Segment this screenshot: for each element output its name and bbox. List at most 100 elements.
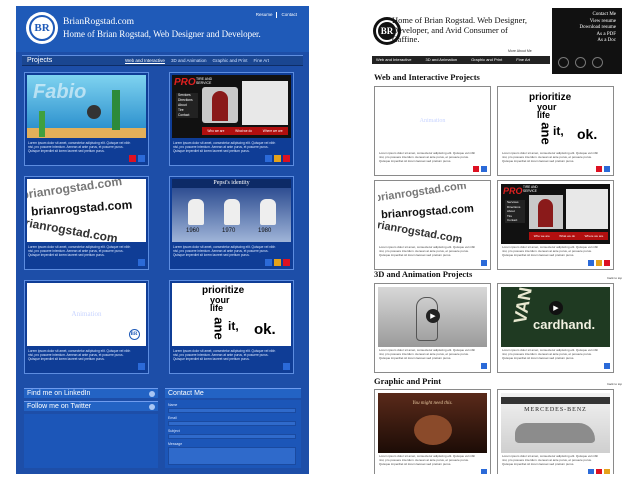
project-card[interactable]: brianrogstad.com brianrogstad.com brianr… xyxy=(374,180,491,270)
tab-fine-art[interactable]: Fine Art xyxy=(516,56,530,64)
project-card[interactable]: MERCEDES-BENZ Lorem ipsum dolor sit amet… xyxy=(497,389,614,474)
project-card[interactable]: PRO TIRE AND SERVICE Services Directions… xyxy=(169,72,294,166)
doc-link[interactable]: As a Doc xyxy=(552,38,616,45)
linkedin-link[interactable]: Find me on LinkedIn xyxy=(24,388,158,398)
logo[interactable]: BR xyxy=(26,12,58,44)
folder-icon[interactable] xyxy=(596,260,602,266)
link-icon[interactable] xyxy=(265,259,272,266)
project-thumbnail[interactable]: MERCEDES-BENZ xyxy=(501,393,610,453)
resume-link[interactable]: Resume xyxy=(256,12,273,18)
project-thumbnail[interactable]: prioritize your life ane it, ok. xyxy=(172,283,291,346)
tab-3d-and-animation[interactable]: 3D and Animation xyxy=(171,58,207,63)
brand-logo: PRO xyxy=(174,77,196,88)
pdf-icon[interactable] xyxy=(283,259,290,266)
project-thumbnail[interactable]: Pepsi's identity 1960 1970 1980 xyxy=(172,179,291,242)
pdf-icon[interactable] xyxy=(129,155,136,162)
link-icon[interactable] xyxy=(283,363,290,370)
project-card[interactable]: Pepsi's identity 1960 1970 1980 Lorem ip… xyxy=(169,176,294,270)
site-header: BR BrianRogstad.com Home of Brian Rogsta… xyxy=(16,6,309,52)
side-panel xyxy=(242,81,288,125)
project-card[interactable]: prioritize your life ane it, ok. Lorem i… xyxy=(497,86,614,176)
link-icon[interactable] xyxy=(138,259,145,266)
folder-icon[interactable] xyxy=(604,469,610,474)
folder-icon[interactable] xyxy=(274,155,281,162)
ad-headline: You might need this. xyxy=(412,401,453,406)
stamp-text-rotated: brianrogstad.com xyxy=(27,214,119,242)
message-field[interactable] xyxy=(168,447,296,465)
link-icon[interactable] xyxy=(481,260,487,266)
subject-field[interactable] xyxy=(168,434,296,439)
twitter-label: Follow me on Twitter xyxy=(27,403,92,410)
thumbnail-bar: Who we are What we do Where we are xyxy=(202,127,288,135)
pdf-icon[interactable] xyxy=(604,260,610,266)
project-thumbnail[interactable]: Fabio xyxy=(27,75,146,138)
tab-graphic-and-print[interactable]: Graphic and Print xyxy=(471,56,502,64)
animation-title: Animation xyxy=(71,310,102,318)
project-card[interactable]: ▶ Lorem ipsum dolor sit amet, consectetu… xyxy=(374,283,491,373)
bar-item: Who we are xyxy=(533,234,550,238)
brand-logo: PRO xyxy=(503,186,523,196)
project-card[interactable]: Animation Lorem ipsum dolor sit amet, co… xyxy=(374,86,491,176)
link-icon[interactable] xyxy=(588,469,594,474)
project-thumbnail[interactable]: ▶ xyxy=(378,287,487,347)
link-icon[interactable] xyxy=(481,166,487,172)
project-thumbnail[interactable]: PRO TIRE AND SERVICE Services Directions… xyxy=(172,75,291,138)
more-about-link[interactable]: More About Me xyxy=(508,49,532,53)
twitter-icon[interactable] xyxy=(575,57,586,68)
tab-3d-and-animation[interactable]: 3D and Animation xyxy=(426,56,458,64)
project-thumbnail[interactable]: You might need this. xyxy=(378,393,487,453)
animation-title: Animation xyxy=(419,118,446,124)
project-card[interactable]: brianrogstad.com brianrogstad.com brianr… xyxy=(24,176,149,270)
tab-graphic-and-print[interactable]: Graphic and Print xyxy=(212,58,247,63)
play-icon[interactable]: ▶ xyxy=(426,309,440,323)
project-thumbnail[interactable]: brianrogstad.com brianrogstad.com brianr… xyxy=(378,184,487,244)
name-field[interactable] xyxy=(168,408,296,413)
play-icon[interactable]: ▶ xyxy=(549,301,563,315)
tab-fine-art[interactable]: Fine Art xyxy=(254,58,270,63)
link-icon[interactable] xyxy=(138,363,145,370)
email-field[interactable] xyxy=(168,421,296,426)
link-icon[interactable] xyxy=(604,363,610,369)
project-thumbnail[interactable]: PRO TIRE AND SERVICE Services Directions… xyxy=(501,184,610,244)
project-card[interactable]: VAN cardhand. ▶ Lorem ipsum dolor sit am… xyxy=(497,283,614,373)
link-icon[interactable] xyxy=(138,155,145,162)
can xyxy=(188,199,204,225)
project-card[interactable]: Animation BR Lorem ipsum dolor sit amet,… xyxy=(24,280,149,374)
link-icon[interactable] xyxy=(604,166,610,172)
project-thumbnail[interactable]: Animation xyxy=(378,90,487,150)
photo xyxy=(529,195,563,229)
facebook-icon[interactable] xyxy=(558,57,569,68)
pdf-icon[interactable] xyxy=(596,166,602,172)
project-thumbnail[interactable]: VAN cardhand. ▶ xyxy=(501,287,610,347)
back-to-top-link[interactable]: back to top xyxy=(607,382,622,386)
back-to-top-link[interactable]: back to top xyxy=(607,276,622,280)
folder-icon[interactable] xyxy=(274,259,281,266)
link-icon[interactable] xyxy=(588,260,594,266)
contact-link[interactable]: Contact xyxy=(281,12,297,18)
project-card[interactable]: Fabio Lorem ipsum dolor sit amet, consec… xyxy=(24,72,149,166)
stamp-text-faded: brianrogstad.com xyxy=(378,184,468,205)
link-icon[interactable] xyxy=(481,363,487,369)
bottom-panels: Find me on LinkedIn Follow me on Twitter… xyxy=(22,388,303,468)
pdf-icon[interactable] xyxy=(283,155,290,162)
contact-form: Name Email Subject Message xyxy=(165,400,301,468)
tab-web-and-interactive[interactable]: Web and Interactive xyxy=(125,58,165,63)
message-label: Message xyxy=(168,442,183,446)
project-thumbnail[interactable]: Animation BR xyxy=(27,283,146,346)
link-icon[interactable] xyxy=(481,469,487,474)
project-thumbnail[interactable]: prioritize your life ane it, ok. xyxy=(501,90,610,150)
twitter-link[interactable]: Follow me on Twitter xyxy=(24,401,158,411)
car-body xyxy=(515,423,595,443)
email-label: Email xyxy=(168,416,177,420)
project-thumbnail[interactable]: brianrogstad.com brianrogstad.com brianr… xyxy=(27,179,146,242)
linkedin-icon[interactable] xyxy=(592,57,603,68)
project-card[interactable]: You might need this. Lorem ipsum dolor s… xyxy=(374,389,491,474)
tab-web-and-interactive[interactable]: Web and Interactive xyxy=(376,56,412,64)
link-icon[interactable] xyxy=(265,155,272,162)
project-card[interactable]: prioritize your life ane it, ok. Lorem i… xyxy=(169,280,294,374)
seaweed xyxy=(112,90,120,130)
project-card[interactable]: PRO TIRE AND SERVICE Services Directions… xyxy=(497,180,614,270)
pdf-icon[interactable] xyxy=(596,469,602,474)
pdf-icon[interactable] xyxy=(473,166,479,172)
contact-box: Contact Me View resume Download resume A… xyxy=(552,8,622,74)
